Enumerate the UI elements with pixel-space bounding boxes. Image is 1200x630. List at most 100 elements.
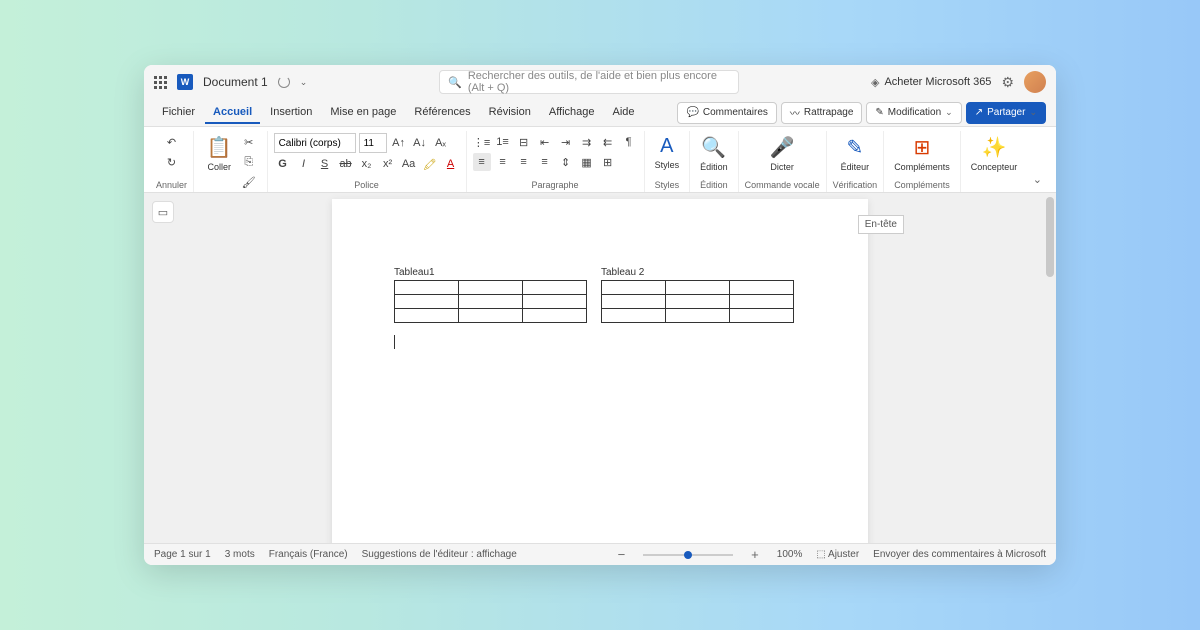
editing-mode-button[interactable]: ✎Modification⌄ — [866, 102, 961, 124]
vertical-scrollbar[interactable] — [1044, 193, 1056, 543]
paragraph-group: ⋮≡ 1≡ ⊟ ⇤ ⇥ ⇉ ⇇ ¶ ≡ ≡ ≡ ≡ ⇕ ▦ ⊞ — [467, 131, 645, 192]
fit-button[interactable]: ⬚ Ajuster — [816, 549, 859, 560]
case-icon[interactable]: Aa — [400, 155, 418, 173]
collapse-ribbon-icon[interactable]: ⌄ — [1029, 131, 1050, 192]
editor-suggestions[interactable]: Suggestions de l'éditeur : affichage — [362, 549, 517, 560]
font-name-select[interactable] — [274, 133, 356, 153]
rtl-icon[interactable]: ⇇ — [599, 133, 617, 151]
numbering-icon[interactable]: 1≡ — [494, 133, 512, 151]
cut-icon[interactable]: ✂ — [240, 133, 258, 151]
zoom-out-icon[interactable]: − — [614, 547, 630, 562]
tab-insertion[interactable]: Insertion — [262, 102, 320, 124]
buy-m365-button[interactable]: ◈ Acheter Microsoft 365 — [871, 76, 991, 89]
catchup-button[interactable]: 〰Rattrapage — [781, 102, 862, 124]
page-indicator[interactable]: Page 1 sur 1 — [154, 549, 211, 560]
align-left-icon[interactable]: ≡ — [473, 153, 491, 171]
user-avatar[interactable] — [1024, 71, 1046, 93]
menubar: FichierAccueilInsertionMise en pageRéfér… — [144, 99, 1056, 127]
superscript-icon[interactable]: x² — [379, 155, 397, 173]
diamond-icon: ◈ — [871, 76, 879, 89]
tab-accueil[interactable]: Accueil — [205, 102, 260, 124]
table2-block: Tableau 2 — [601, 267, 794, 323]
share-icon: ↗ — [975, 107, 983, 118]
feedback-link[interactable]: Envoyer des commentaires à Microsoft — [873, 549, 1046, 560]
designer-button[interactable]: ✨Concepteur — [967, 133, 1022, 174]
share-button[interactable]: ↗Partager⌄ — [966, 102, 1046, 124]
app-launcher-icon[interactable] — [154, 76, 167, 89]
comments-button[interactable]: 💬Commentaires — [677, 102, 776, 124]
bullets-icon[interactable]: ⋮≡ — [473, 133, 491, 151]
language-indicator[interactable]: Français (France) — [269, 549, 348, 560]
grow-font-icon[interactable]: A↑ — [390, 134, 408, 152]
tab-fichier[interactable]: Fichier — [154, 102, 203, 124]
mic-icon: 🎤 — [770, 135, 795, 160]
dictate-button[interactable]: 🎤Dicter — [766, 133, 799, 174]
font-size-select[interactable] — [359, 133, 387, 153]
shrink-font-icon[interactable]: A↓ — [411, 134, 429, 152]
underline-icon[interactable]: S — [316, 155, 334, 173]
editor-button[interactable]: ✎Éditeur — [837, 133, 874, 174]
indent-icon[interactable]: ⇥ — [557, 133, 575, 151]
paste-button[interactable]: 📋 Coller — [203, 133, 236, 174]
borders-icon[interactable]: ⊞ — [599, 153, 617, 171]
undo-icon[interactable]: ↶ — [163, 133, 181, 151]
editor-icon: ✎ — [847, 135, 864, 160]
word-count[interactable]: 3 mots — [225, 549, 255, 560]
document-name[interactable]: Document 1 — [203, 75, 268, 89]
addins-button[interactable]: ⊞Compléments — [890, 133, 954, 174]
multilevel-icon[interactable]: ⊟ — [515, 133, 533, 151]
designer-group: ✨Concepteur — [961, 131, 1028, 192]
highlight-icon[interactable]: 🖍 — [421, 155, 439, 173]
table2-label: Tableau 2 — [601, 267, 794, 278]
scroll-thumb[interactable] — [1046, 197, 1054, 277]
bold-icon[interactable]: G — [274, 155, 292, 173]
redo-icon[interactable]: ↻ — [163, 153, 181, 171]
dictate-group: 🎤Dicter Commande vocale — [739, 131, 827, 192]
copy-icon[interactable]: ⎘ — [240, 153, 258, 171]
settings-icon[interactable]: ⚙ — [1001, 74, 1014, 91]
styles-button[interactable]: AStyles — [651, 133, 684, 172]
subscript-icon[interactable]: x₂ — [358, 155, 376, 173]
ribbon: ↶ ↻ Annuler 📋 Coller ✂ ⎘ 🖌 Presse-papier… — [144, 127, 1056, 193]
outdent-icon[interactable]: ⇤ — [536, 133, 554, 151]
table2[interactable] — [601, 280, 794, 323]
magnifier-icon: 🔍 — [701, 135, 726, 160]
pilcrow-icon[interactable]: ¶ — [620, 133, 638, 151]
tab-révision[interactable]: Révision — [481, 102, 539, 124]
pencil-icon: ✎ — [875, 107, 883, 118]
line-spacing-icon[interactable]: ⇕ — [557, 153, 575, 171]
ltr-icon[interactable]: ⇉ — [578, 133, 596, 151]
save-status-icon[interactable] — [278, 76, 290, 88]
menu-tabs: FichierAccueilInsertionMise en pageRéfér… — [154, 102, 643, 124]
clipboard-group: 📋 Coller ✂ ⎘ 🖌 Presse-papiers — [194, 131, 268, 192]
search-placeholder: Rechercher des outils, de l'aide et bien… — [468, 70, 730, 94]
table1[interactable] — [394, 280, 587, 323]
shading-icon[interactable]: ▦ — [578, 153, 596, 171]
print-layout-toggle[interactable]: ▭ — [152, 201, 174, 223]
table1-label: Tableau1 — [394, 267, 587, 278]
tab-références[interactable]: Références — [406, 102, 478, 124]
find-button[interactable]: 🔍Édition — [696, 133, 732, 174]
catchup-icon: 〰 — [790, 105, 800, 120]
align-center-icon[interactable]: ≡ — [494, 153, 512, 171]
font-color-icon[interactable]: A — [442, 155, 460, 173]
document-page[interactable]: En-tête Tableau1 Tableau 2 — [332, 199, 868, 543]
justify-icon[interactable]: ≡ — [536, 153, 554, 171]
zoom-slider[interactable] — [643, 554, 733, 556]
table1-block: Tableau1 — [394, 267, 587, 323]
tab-aide[interactable]: Aide — [605, 102, 643, 124]
addins-group: ⊞Compléments Compléments — [884, 131, 961, 192]
titlebar: W Document 1 ⌄ 🔍 Rechercher des outils, … — [144, 65, 1056, 99]
zoom-in-icon[interactable]: + — [747, 547, 763, 562]
tab-mise-en-page[interactable]: Mise en page — [322, 102, 404, 124]
header-tag[interactable]: En-tête — [858, 215, 904, 234]
zoom-level[interactable]: 100% — [777, 549, 803, 560]
italic-icon[interactable]: I — [295, 155, 313, 173]
align-right-icon[interactable]: ≡ — [515, 153, 533, 171]
strike-icon[interactable]: ab — [337, 155, 355, 173]
search-input[interactable]: 🔍 Rechercher des outils, de l'aide et bi… — [439, 70, 739, 94]
tab-affichage[interactable]: Affichage — [541, 102, 603, 124]
format-painter-icon[interactable]: 🖌 — [240, 173, 258, 191]
chevron-down-icon[interactable]: ⌄ — [300, 77, 308, 88]
clear-format-icon[interactable]: Aₓ — [432, 134, 450, 152]
